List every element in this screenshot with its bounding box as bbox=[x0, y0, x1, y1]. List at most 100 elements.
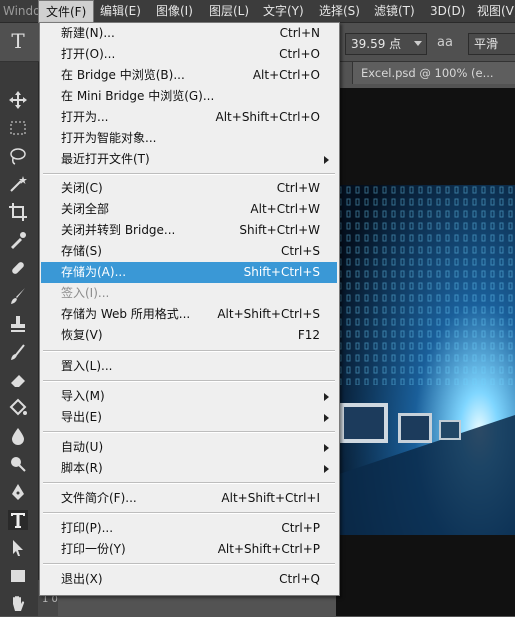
menu-item-new[interactable]: 新建(N)... Ctrl+N bbox=[41, 23, 337, 44]
menu-item-open-recent[interactable]: 最近打开文件(T) bbox=[41, 149, 337, 170]
path-selection-tool-icon[interactable] bbox=[8, 538, 28, 558]
menu-item-label: 置入(L)... bbox=[61, 359, 113, 373]
healing-brush-tool-icon[interactable] bbox=[8, 258, 28, 278]
menu-item-print[interactable]: 打印(P)... Ctrl+P bbox=[41, 518, 337, 539]
clone-stamp-tool-icon[interactable] bbox=[8, 314, 28, 334]
menu-item-shortcut: Ctrl+Q bbox=[279, 572, 320, 586]
menu-separator bbox=[43, 512, 335, 514]
eraser-tool-icon[interactable] bbox=[8, 370, 28, 390]
menu-item-print-one-copy[interactable]: 打印一份(Y) Alt+Shift+Ctrl+P bbox=[41, 539, 337, 560]
menu-item-label: 新建(N)... bbox=[61, 26, 115, 40]
anti-alias-select[interactable]: 平滑 bbox=[468, 33, 515, 55]
menu-item-shortcut: Ctrl+S bbox=[280, 244, 320, 258]
menu-separator bbox=[43, 173, 335, 175]
menu-item-label: 关闭(C) bbox=[61, 181, 103, 195]
menu-item-save-for-web[interactable]: 存储为 Web 所用格式... Alt+Shift+Ctrl+S bbox=[41, 304, 337, 325]
menu-item-scripts[interactable]: 脚本(R) bbox=[41, 458, 337, 479]
crop-tool-icon[interactable] bbox=[8, 202, 28, 222]
magic-wand-tool-icon[interactable] bbox=[8, 174, 28, 194]
menu-file[interactable]: 文件(F) bbox=[38, 0, 95, 23]
menu-edit[interactable]: 编辑(E) bbox=[93, 0, 148, 22]
dodge-tool-icon[interactable] bbox=[8, 454, 28, 474]
menu-item-label: 打开(O)... bbox=[61, 47, 116, 61]
menu-item-file-info[interactable]: 文件简介(F)... Alt+Shift+Ctrl+I bbox=[41, 488, 337, 509]
menu-item-shortcut: Alt+Shift+Ctrl+O bbox=[215, 110, 320, 124]
type-tool-icon[interactable] bbox=[8, 510, 28, 530]
menu-item-label: 打印一份(Y) bbox=[61, 542, 126, 556]
menu-item-shortcut: Alt+Shift+Ctrl+I bbox=[221, 491, 320, 505]
paint-bucket-tool-icon[interactable] bbox=[8, 398, 28, 418]
menu-type[interactable]: 文字(Y) bbox=[256, 0, 311, 22]
canvas-image bbox=[336, 185, 515, 535]
menu-item-open[interactable]: 打开(O)... Ctrl+O bbox=[41, 44, 337, 65]
document-canvas[interactable] bbox=[336, 88, 515, 616]
menu-item-label: 存储为(A)... bbox=[61, 265, 127, 279]
marquee-tool-icon[interactable] bbox=[8, 118, 28, 138]
lasso-tool-icon[interactable] bbox=[8, 146, 28, 166]
menu-item-revert[interactable]: 恢复(V) F12 bbox=[41, 325, 337, 346]
blur-tool-icon[interactable] bbox=[8, 426, 28, 446]
menu-item-label: 最近打开文件(T) bbox=[61, 152, 150, 166]
menu-item-label: 打印(P)... bbox=[61, 521, 114, 535]
menu-item-label: 自动(U) bbox=[61, 440, 104, 454]
type-tool-icon[interactable]: T bbox=[6, 29, 30, 53]
menu-item-label: 打开为智能对象... bbox=[61, 131, 157, 145]
rectangle-tool-icon[interactable] bbox=[8, 566, 28, 586]
menu-item-label: 打开为... bbox=[61, 110, 109, 124]
menu-item-label: 导入(M) bbox=[61, 389, 105, 403]
menu-bar: Windo 文件(F) 编辑(E) 图像(I) 图层(L) 文字(Y) 选择(S… bbox=[0, 0, 515, 23]
menu-item-close-all[interactable]: 关闭全部 Alt+Ctrl+W bbox=[41, 199, 337, 220]
menu-item-label: 恢复(V) bbox=[61, 328, 103, 342]
menu-image[interactable]: 图像(I) bbox=[149, 0, 200, 22]
menu-item-exit[interactable]: 退出(X) Ctrl+Q bbox=[41, 569, 337, 590]
hand-tool-icon[interactable] bbox=[8, 594, 28, 614]
pen-tool-icon[interactable] bbox=[8, 482, 28, 502]
menu-layer[interactable]: 图层(L) bbox=[202, 0, 256, 22]
menu-item-label: 关闭并转到 Bridge... bbox=[61, 223, 176, 237]
menu-view[interactable]: 视图(V) bbox=[470, 0, 515, 22]
file-menu: 新建(N)... Ctrl+N 打开(O)... Ctrl+O 在 Bridge 中… bbox=[39, 22, 340, 596]
toolbox bbox=[0, 62, 39, 616]
move-tool-icon[interactable] bbox=[8, 90, 28, 110]
menu-item-shortcut: Shift+Ctrl+W bbox=[239, 223, 320, 237]
menu-item-open-as[interactable]: 打开为... Alt+Shift+Ctrl+O bbox=[41, 107, 337, 128]
menu-separator bbox=[43, 563, 335, 565]
menu-item-close[interactable]: 关闭(C) Ctrl+W bbox=[41, 178, 337, 199]
menu-item-label: 在 Bridge 中浏览(B)... bbox=[61, 68, 185, 82]
menu-item-browse-in-mini-bridge[interactable]: 在 Mini Bridge 中浏览(G)... bbox=[41, 86, 337, 107]
menu-item-shortcut: Shift+Ctrl+S bbox=[243, 265, 320, 279]
menu-item-label: 关闭全部 bbox=[61, 202, 110, 216]
menu-item-place[interactable]: 置入(L)... bbox=[41, 356, 337, 377]
eyedropper-tool-icon[interactable] bbox=[8, 230, 28, 250]
menu-item-label: 存储为 Web 所用格式... bbox=[61, 307, 191, 321]
menu-item-browse-in-bridge[interactable]: 在 Bridge 中浏览(B)... Alt+Ctrl+O bbox=[41, 65, 337, 86]
menu-item-shortcut: Ctrl+N bbox=[279, 26, 320, 40]
menu-separator bbox=[43, 482, 335, 484]
menu-item-import[interactable]: 导入(M) bbox=[41, 386, 337, 407]
menu-item-open-as-smart-object[interactable]: 打开为智能对象... bbox=[41, 128, 337, 149]
menu-item-shortcut: Alt+Ctrl+O bbox=[252, 68, 320, 82]
menu-filter[interactable]: 滤镜(T) bbox=[367, 0, 422, 22]
menu-item-save[interactable]: 存储(S) Ctrl+S bbox=[41, 241, 337, 262]
menu-item-shortcut: F12 bbox=[297, 328, 320, 342]
menu-item-save-as[interactable]: 存储为(A)... Shift+Ctrl+S bbox=[41, 262, 337, 283]
menu-item-shortcut: Ctrl+P bbox=[281, 521, 320, 535]
menu-item-label: 在 Mini Bridge 中浏览(G)... bbox=[61, 89, 215, 103]
anti-alias-icon: aa bbox=[437, 35, 453, 50]
brush-tool-icon[interactable] bbox=[8, 286, 28, 306]
menu-separator bbox=[43, 350, 335, 352]
menu-select[interactable]: 选择(S) bbox=[312, 0, 367, 22]
menu-item-shortcut: Ctrl+W bbox=[276, 181, 320, 195]
menu-item-close-and-go-to-bridge[interactable]: 关闭并转到 Bridge... Shift+Ctrl+W bbox=[41, 220, 337, 241]
document-tab[interactable]: Excel.psd @ 100% (e... bbox=[352, 62, 515, 84]
font-size-select[interactable]: 39.59 点 bbox=[345, 33, 427, 55]
history-brush-tool-icon[interactable] bbox=[8, 342, 28, 362]
menu-item-label: 脚本(R) bbox=[61, 461, 103, 475]
menu-item-shortcut: Alt+Ctrl+W bbox=[250, 202, 320, 216]
menu-3d[interactable]: 3D(D) bbox=[423, 0, 472, 22]
menu-item-export[interactable]: 导出(E) bbox=[41, 407, 337, 428]
menu-item-automate[interactable]: 自动(U) bbox=[41, 437, 337, 458]
menu-item-label: 退出(X) bbox=[61, 572, 103, 586]
submenu-arrow-icon bbox=[324, 393, 329, 401]
menu-item-shortcut: Alt+Shift+Ctrl+S bbox=[217, 307, 320, 321]
